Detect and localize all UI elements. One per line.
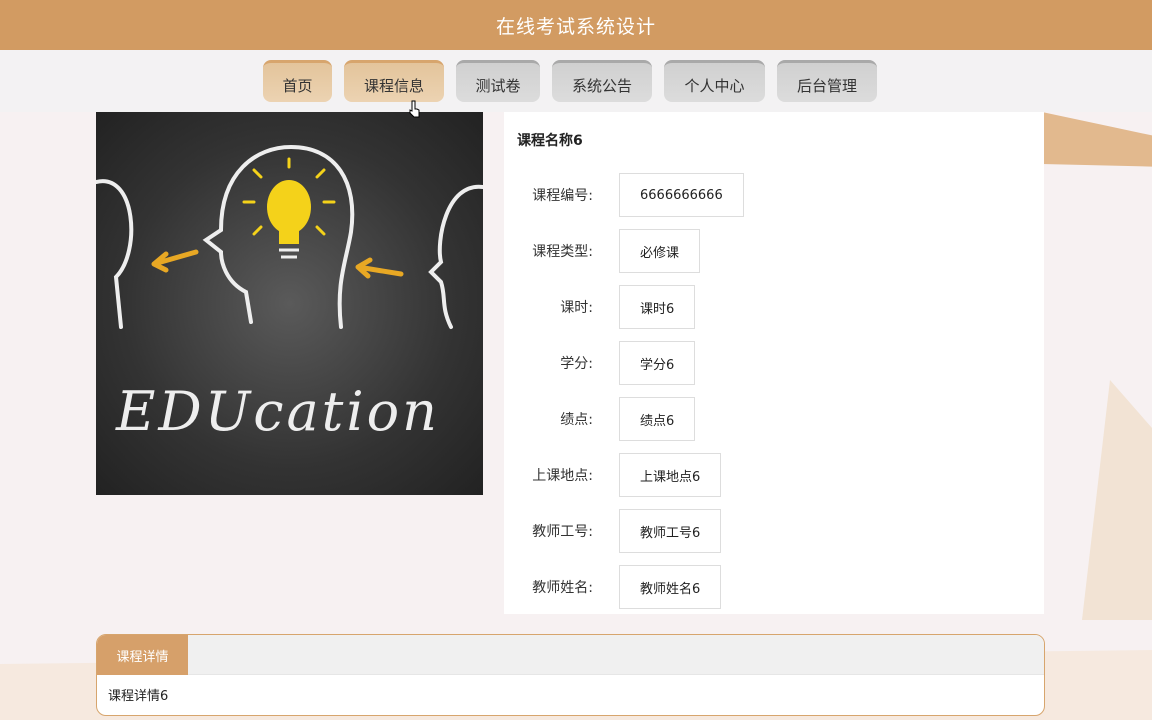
lightbulb-head-icon xyxy=(96,144,483,329)
decor-wedge xyxy=(1082,380,1152,620)
site-title: 在线考试系统设计 xyxy=(495,15,656,38)
arrow-icon xyxy=(151,249,199,273)
field-row: 学分: 学分6 xyxy=(504,341,696,385)
tab-course-detail[interactable]: 课程详情 xyxy=(97,635,188,675)
field-label: 绩点: xyxy=(560,412,593,428)
teacher-name-value: 教师姓名6 xyxy=(619,565,722,609)
decor-wedge xyxy=(1042,112,1152,167)
field-row: 上课地点: 上课地点6 xyxy=(504,453,722,497)
arrow-icon xyxy=(355,257,404,279)
location-value: 上课地点6 xyxy=(619,453,722,497)
field-row: 绩点: 绩点6 xyxy=(504,397,696,441)
nav-admin[interactable]: 后台管理 xyxy=(777,60,877,102)
field-row: 课程编号: 6666666666 xyxy=(504,173,744,217)
field-label: 课程类型: xyxy=(532,244,593,260)
credits-value: 学分6 xyxy=(619,341,696,385)
course-type-value: 必修课 xyxy=(619,229,701,273)
header-bar: 在线考试系统设计 xyxy=(0,0,1152,50)
nav-test-papers[interactable]: 测试卷 xyxy=(456,60,540,102)
field-row: 教师工号: 教师工号6 xyxy=(504,509,722,553)
class-hours-value: 课时6 xyxy=(619,285,696,329)
field-label: 学分: xyxy=(560,356,593,372)
education-text: EDUcation xyxy=(116,380,440,443)
detail-tab-bar: 课程详情 xyxy=(97,635,1044,675)
nav-personal-center[interactable]: 个人中心 xyxy=(664,60,765,102)
field-label: 课程编号: xyxy=(532,188,593,204)
nav-bar: 首页 课程信息 测试卷 系统公告 个人中心 后台管理 xyxy=(0,50,1152,112)
course-info-panel: 课程名称6 课程编号: 6666666666 课程类型: 必修课 课时: 课时6… xyxy=(504,112,1044,614)
nav-home[interactable]: 首页 xyxy=(263,60,332,102)
grade-point-value: 绩点6 xyxy=(619,397,696,441)
field-label: 课时: xyxy=(560,300,593,316)
detail-content: 课程详情6 xyxy=(108,689,169,704)
nav-course-info[interactable]: 课程信息 xyxy=(344,60,444,102)
field-row: 教师姓名: 教师姓名6 xyxy=(504,565,722,609)
course-detail-card: 课程详情 课程详情6 xyxy=(96,634,1045,716)
nav-announcements[interactable]: 系统公告 xyxy=(552,60,652,102)
course-name: 课程名称6 xyxy=(517,133,583,149)
teacher-id-value: 教师工号6 xyxy=(619,509,722,553)
course-image: EDUcation xyxy=(96,112,483,495)
field-row: 课时: 课时6 xyxy=(504,285,696,329)
course-id-value: 6666666666 xyxy=(619,173,744,217)
field-label: 上课地点: xyxy=(532,468,593,484)
main-nav: 首页 课程信息 测试卷 系统公告 个人中心 后台管理 xyxy=(263,60,877,102)
cursor-icon xyxy=(409,100,420,118)
field-label: 教师姓名: xyxy=(532,580,593,596)
field-row: 课程类型: 必修课 xyxy=(504,229,701,273)
field-label: 教师工号: xyxy=(532,524,593,540)
